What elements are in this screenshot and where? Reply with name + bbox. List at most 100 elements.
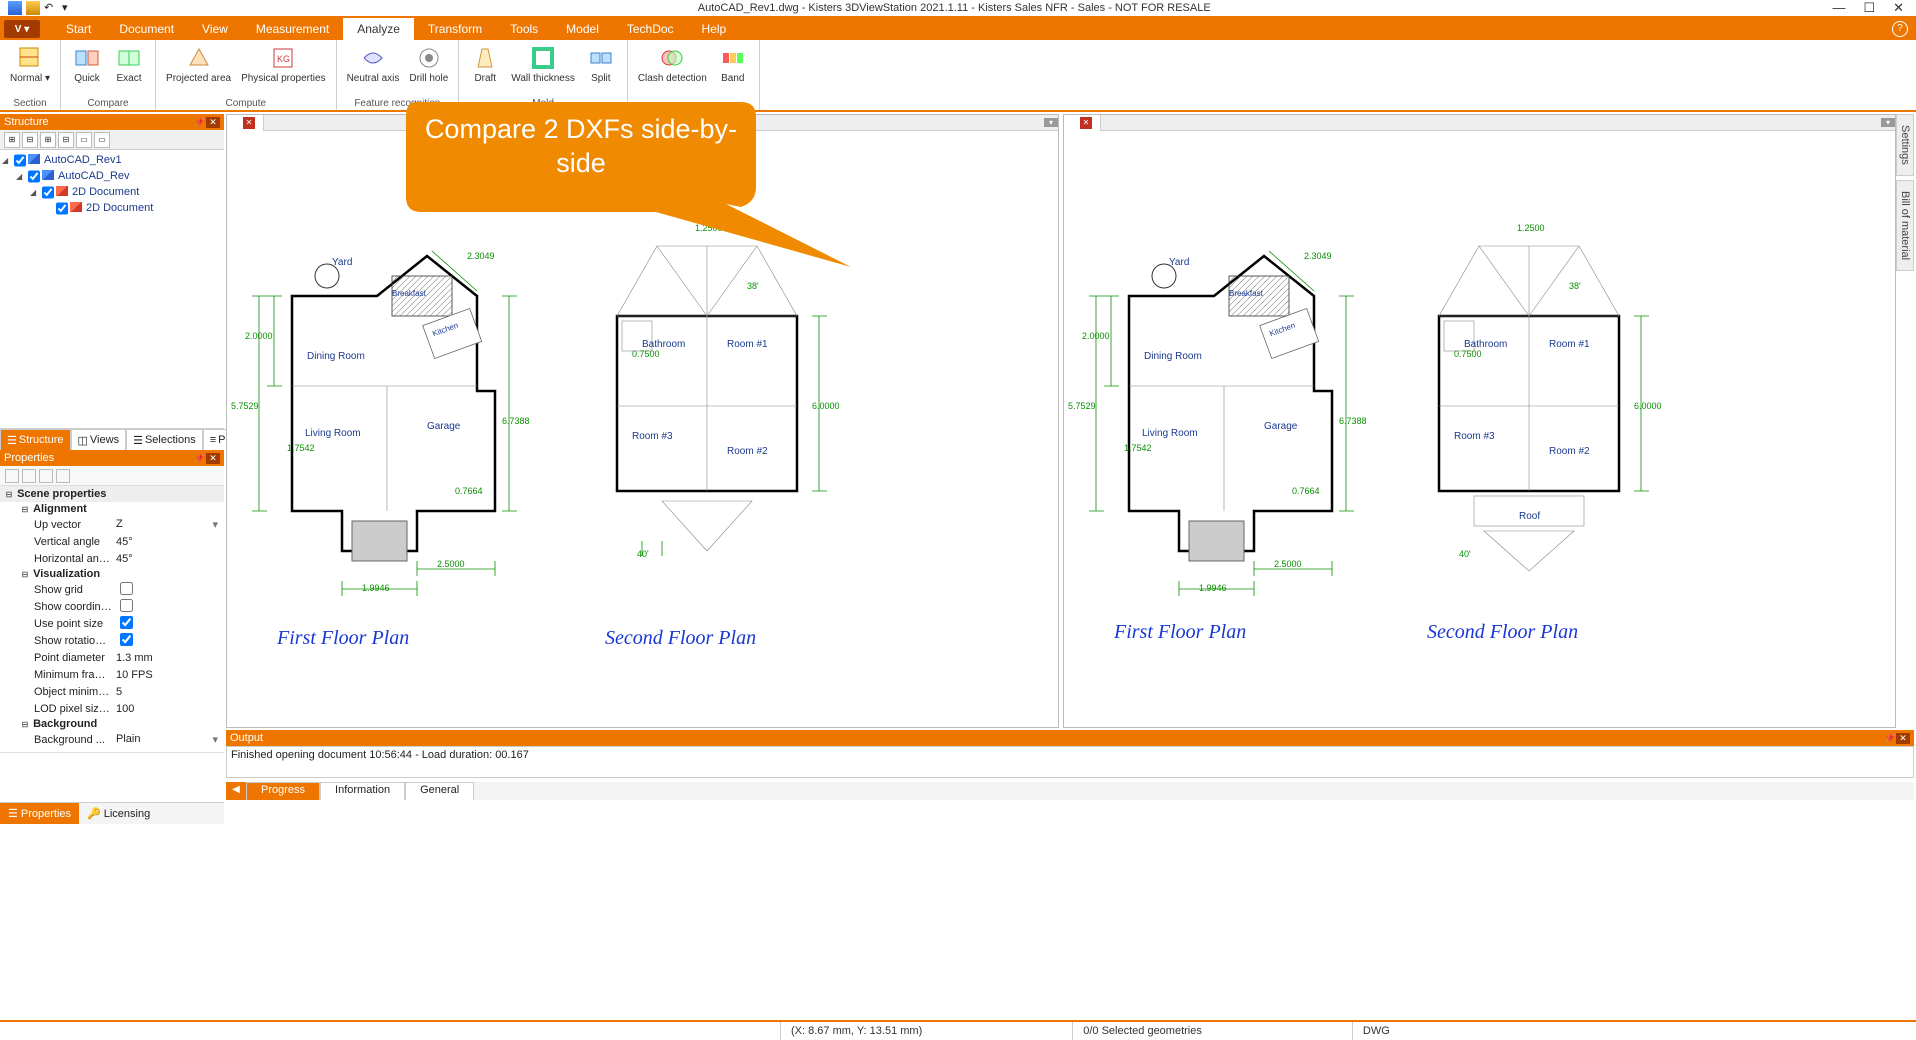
- prop-checkbox[interactable]: [120, 616, 133, 629]
- prop-key: Horizontal angle: [0, 553, 112, 565]
- panel-tab-views[interactable]: ◫Views: [71, 429, 127, 450]
- compare-exact-button[interactable]: Exact: [109, 42, 149, 97]
- projected-area-button[interactable]: Projected area: [162, 42, 235, 97]
- close-icon[interactable]: ✕: [1893, 0, 1904, 16]
- minimize-icon[interactable]: —: [1832, 0, 1845, 16]
- props-btn-4[interactable]: [56, 469, 70, 483]
- structure-title: Structure: [4, 116, 194, 128]
- room-label: Roof: [1519, 511, 1540, 522]
- drill-hole-button[interactable]: Drill hole: [405, 42, 452, 97]
- app-menu-button[interactable]: V ▾: [4, 20, 40, 38]
- undo-icon[interactable]: ↶: [44, 1, 58, 15]
- prop-value[interactable]: 100: [112, 703, 224, 715]
- draft-button[interactable]: Draft: [465, 42, 505, 97]
- pin-icon[interactable]: 📌: [1885, 733, 1896, 744]
- pane-dropdown-icon[interactable]: ▾: [1044, 118, 1058, 127]
- prop-key: Show coordinat...: [0, 601, 112, 613]
- properties-grid[interactable]: ⊟ Scene properties ⊟ Alignment Up vector…: [0, 486, 224, 752]
- prop-value[interactable]: 45°: [112, 553, 224, 565]
- prop-value[interactable]: 1.3 mm: [112, 652, 224, 664]
- prop-value[interactable]: 10 FPS: [112, 669, 224, 681]
- tab-view[interactable]: View: [188, 18, 242, 40]
- close-tab-icon[interactable]: ✕: [1080, 117, 1092, 129]
- compare-quick-icon: [73, 44, 101, 72]
- tree-checkbox[interactable]: [28, 170, 40, 183]
- prop-value-dropdown[interactable]: Plain ▾: [112, 733, 224, 746]
- close-tab-icon[interactable]: ✕: [243, 117, 255, 129]
- panel-tab-structure[interactable]: ☰Structure: [0, 429, 71, 450]
- tab-properties[interactable]: ☰Properties: [0, 803, 79, 824]
- tab-transform[interactable]: Transform: [414, 18, 496, 40]
- compare-quick-button[interactable]: Quick: [67, 42, 107, 97]
- section-normal-button[interactable]: Normal ▾: [6, 42, 54, 97]
- prop-checkbox[interactable]: [120, 633, 133, 646]
- tab-analyze[interactable]: Analyze: [343, 18, 414, 40]
- tree-btn-4[interactable]: ⊟: [58, 132, 74, 148]
- cube-icon: [56, 186, 70, 198]
- pane-dropdown-icon[interactable]: ▾: [1881, 118, 1895, 127]
- tab-start[interactable]: Start: [52, 18, 105, 40]
- prop-value-dropdown[interactable]: Z ▾: [112, 518, 224, 531]
- bom-tab[interactable]: Bill of material: [1896, 180, 1914, 271]
- pane-tab[interactable]: ✕: [227, 115, 264, 131]
- tab-general[interactable]: General: [405, 782, 474, 800]
- tab-help[interactable]: Help: [688, 18, 741, 40]
- dropdown-icon[interactable]: ▾: [62, 1, 76, 15]
- tab-licensing[interactable]: 🔑Licensing: [79, 803, 158, 824]
- output-body[interactable]: Finished opening document 10:56:44 - Loa…: [226, 746, 1914, 778]
- neutral-axis-button[interactable]: Neutral axis: [343, 42, 404, 97]
- tab-progress[interactable]: Progress: [246, 782, 320, 800]
- open-icon[interactable]: [26, 1, 40, 15]
- pane-content[interactable]: 2.0000 5.7529 6.7388 2.3049 2.5000 1.754…: [1064, 131, 1895, 727]
- tab-tools[interactable]: Tools: [496, 18, 552, 40]
- tab-model[interactable]: Model: [552, 18, 613, 40]
- save-icon[interactable]: [8, 1, 22, 15]
- settings-tab[interactable]: Settings: [1896, 114, 1914, 176]
- split-button[interactable]: Split: [581, 42, 621, 97]
- ribbon-group-label: Compare: [67, 97, 149, 110]
- maximize-icon[interactable]: ☐: [1863, 0, 1875, 16]
- props-btn-1[interactable]: [5, 469, 19, 483]
- structure-tree[interactable]: ◢AutoCAD_Rev1 ◢AutoCAD_Rev ◢2D Document …: [0, 150, 224, 428]
- help-icon[interactable]: ?: [1892, 21, 1908, 37]
- tree-item[interactable]: 2D Document: [2, 200, 222, 216]
- tree-checkbox[interactable]: [14, 154, 26, 167]
- tab-techdoc[interactable]: TechDoc: [613, 18, 688, 40]
- close-icon[interactable]: ✕: [206, 453, 220, 464]
- physical-properties-button[interactable]: KGPhysical properties: [237, 42, 329, 97]
- collapse-all-icon[interactable]: ⊟: [22, 132, 38, 148]
- tree-item[interactable]: ◢AutoCAD_Rev1: [2, 152, 222, 168]
- tree-item[interactable]: ◢2D Document: [2, 184, 222, 200]
- room-label: Garage: [427, 421, 460, 432]
- prop-value[interactable]: 45°: [112, 536, 224, 548]
- clash-detection-button[interactable]: Clash detection: [634, 42, 711, 97]
- close-icon[interactable]: ✕: [1896, 733, 1910, 744]
- dim-label: 1.9946: [362, 583, 390, 593]
- tree-checkbox[interactable]: [56, 202, 68, 215]
- wall-thickness-button[interactable]: Wall thickness: [507, 42, 579, 97]
- viewport-pane-right[interactable]: ✕ ▾: [1063, 114, 1896, 728]
- pane-tab-bar: ✕ ▾: [1064, 115, 1895, 131]
- props-btn-2[interactable]: [22, 469, 36, 483]
- close-icon[interactable]: ✕: [206, 117, 220, 128]
- pin-icon[interactable]: 📌: [194, 117, 206, 128]
- cube-icon: [70, 202, 84, 214]
- expand-all-icon[interactable]: ⊞: [4, 132, 20, 148]
- tree-item[interactable]: ◢AutoCAD_Rev: [2, 168, 222, 184]
- tab-document[interactable]: Document: [105, 18, 188, 40]
- panel-tab-selections[interactable]: ☰Selections: [126, 429, 203, 450]
- props-btn-3[interactable]: [39, 469, 53, 483]
- pin-icon[interactable]: 📌: [194, 453, 206, 464]
- tree-btn-5[interactable]: ▭: [76, 132, 92, 148]
- tab-measurement[interactable]: Measurement: [242, 18, 343, 40]
- tree-checkbox[interactable]: [42, 186, 54, 199]
- tab-scroll-icon[interactable]: ◀: [226, 782, 246, 800]
- band-button[interactable]: Band: [713, 42, 753, 97]
- prop-value[interactable]: 5: [112, 686, 224, 698]
- tree-btn-3[interactable]: ⊞: [40, 132, 56, 148]
- tab-information[interactable]: Information: [320, 782, 405, 800]
- prop-checkbox[interactable]: [120, 582, 133, 595]
- pane-tab[interactable]: ✕: [1064, 115, 1101, 131]
- prop-checkbox[interactable]: [120, 599, 133, 612]
- tree-btn-6[interactable]: ▭: [94, 132, 110, 148]
